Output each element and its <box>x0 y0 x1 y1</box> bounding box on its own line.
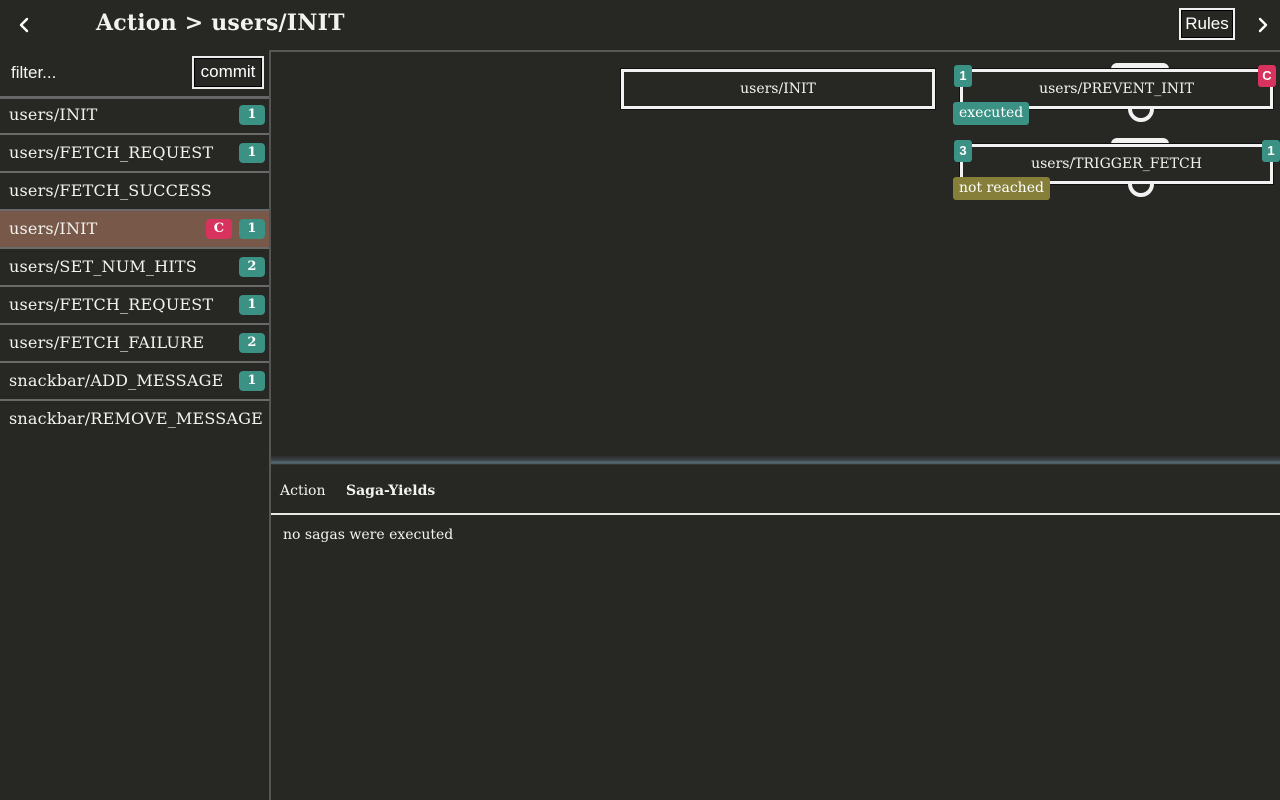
action-label: snackbar/ADD_MESSAGE <box>9 371 224 390</box>
rules-button[interactable]: Rules <box>1179 8 1235 40</box>
action-label: users/FETCH_REQUEST <box>9 295 214 314</box>
rule-right-badge: C <box>1258 65 1276 87</box>
rule-right-badge: 1 <box>1262 140 1280 162</box>
action-list-item[interactable]: users/SET_NUM_HITS 2 <box>0 249 269 287</box>
rule-label: users/TRIGGER_FETCH <box>1031 156 1202 172</box>
count-badge: 1 <box>239 219 265 239</box>
action-list: users/INIT 1 users/FETCH_REQUEST 1 users/FET… <box>0 97 269 437</box>
header: Action > users/INIT Rules <box>0 0 1280 50</box>
tab-action[interactable]: Action <box>280 483 326 499</box>
action-badges: 1 <box>239 143 265 163</box>
count-badge: 1 <box>239 105 265 125</box>
action-label: users/FETCH_REQUEST <box>9 143 214 162</box>
commit-button[interactable]: commit <box>192 56 264 89</box>
action-badges: 1 <box>239 295 265 315</box>
rule-status-badge: not reached <box>953 177 1050 200</box>
rule-label: users/PREVENT_INIT <box>1039 81 1194 97</box>
action-badges: C1 <box>206 219 265 239</box>
action-label: users/FETCH_SUCCESS <box>9 181 212 200</box>
page-title: Action > users/INIT <box>96 10 345 36</box>
action-list-item[interactable]: users/INIT 1 <box>0 97 269 135</box>
action-label: users/FETCH_FAILURE <box>9 333 205 352</box>
back-button[interactable] <box>14 12 36 38</box>
action-label: snackbar/REMOVE_MESSAGE <box>9 409 264 428</box>
action-sidebar: commit users/INIT1users/FETCH_REQUEST1us… <box>0 50 271 800</box>
chevron-left-icon <box>19 17 29 33</box>
chevron-right-icon <box>1258 17 1268 33</box>
action-badges: 2 <box>239 333 265 353</box>
rule-left-badge: 1 <box>954 65 972 87</box>
panel-resize-handle[interactable] <box>271 455 1280 465</box>
action-badges: 1 <box>239 105 265 125</box>
rule-left-badge: 3 <box>954 140 972 162</box>
action-badges: 2 <box>239 257 265 277</box>
filter-row: commit <box>0 50 269 99</box>
forward-button[interactable] <box>1252 12 1274 38</box>
count-badge: 2 <box>239 333 265 353</box>
action-badges: 1 <box>239 371 265 391</box>
detail-tabs: Action Saga-Yields <box>271 465 1280 515</box>
count-badge: 2 <box>239 257 265 277</box>
action-label: users/INIT <box>9 105 98 124</box>
rule-graph: users/INIT users/PREVENT_INIT 1 C execut… <box>271 50 1280 460</box>
count-badge: 1 <box>239 143 265 163</box>
action-list-item[interactable]: users/FETCH_SUCCESS <box>0 173 269 211</box>
changed-badge: C <box>206 219 232 239</box>
action-list-item[interactable]: users/INIT C 1 <box>0 211 269 249</box>
saga-yields-message: no sagas were executed <box>283 527 454 543</box>
count-badge: 1 <box>239 371 265 391</box>
action-list-item[interactable]: snackbar/REMOVE_MESSAGE <box>0 401 269 437</box>
action-list-item[interactable]: snackbar/ADD_MESSAGE 1 <box>0 363 269 401</box>
count-badge: 1 <box>239 295 265 315</box>
action-list-item[interactable]: users/FETCH_FAILURE 2 <box>0 325 269 363</box>
root-action-node[interactable]: users/INIT <box>620 68 936 110</box>
action-list-item[interactable]: users/FETCH_REQUEST 1 <box>0 287 269 325</box>
root-action-label: users/INIT <box>740 81 816 97</box>
action-label: users/INIT <box>9 219 98 238</box>
action-list-item[interactable]: users/FETCH_REQUEST 1 <box>0 135 269 173</box>
filter-input[interactable] <box>8 58 184 88</box>
action-label: users/SET_NUM_HITS <box>9 257 197 276</box>
rule-status-badge: executed <box>953 102 1030 125</box>
tab-saga-yields[interactable]: Saga-Yields <box>346 483 435 499</box>
